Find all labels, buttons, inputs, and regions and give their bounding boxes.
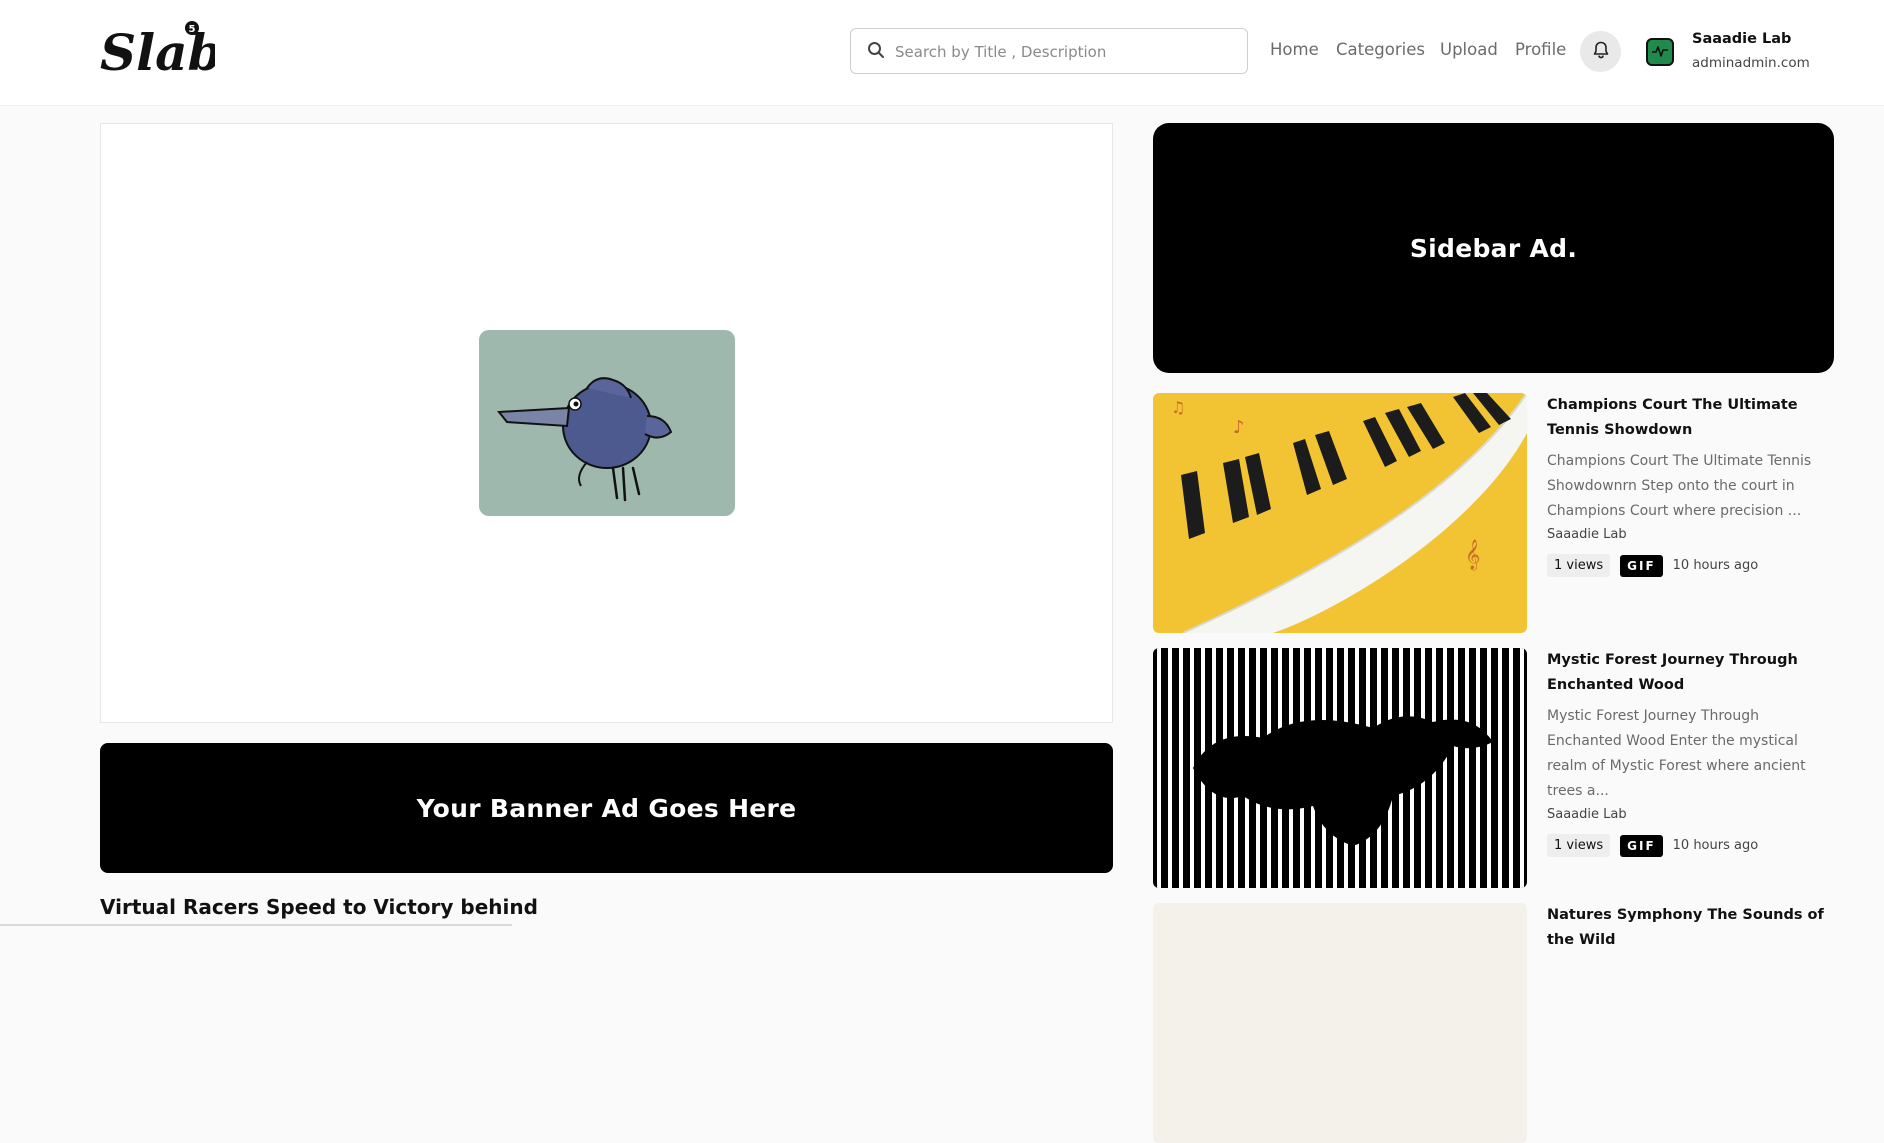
svg-text:♫: ♫ xyxy=(1171,398,1185,417)
related-item-author[interactable]: Saaadie Lab xyxy=(1547,807,1834,822)
related-item[interactable]: ♪ 𝄞 ♫ Champions Court The Ultimate Tenni… xyxy=(1153,393,1834,633)
nav-upload[interactable]: Upload xyxy=(1440,40,1498,64)
svg-text:𝄞: 𝄞 xyxy=(1465,539,1480,571)
banner-ad[interactable]: Your Banner Ad Goes Here xyxy=(100,743,1113,873)
search-icon xyxy=(867,41,885,59)
nav-home[interactable]: Home xyxy=(1270,40,1319,64)
user-email: adminadmin.com xyxy=(1692,55,1810,71)
related-item-title[interactable]: Champions Court The Ultimate Tennis Show… xyxy=(1547,393,1834,443)
user-name[interactable]: Saaadie Lab xyxy=(1692,31,1791,47)
type-badge: GIF xyxy=(1620,554,1663,577)
type-badge: GIF xyxy=(1620,834,1663,857)
search-input[interactable] xyxy=(893,39,1237,65)
thumbnail-nature[interactable] xyxy=(1153,903,1527,1143)
timestamp: 10 hours ago xyxy=(1672,558,1759,573)
thumbnail-piano[interactable]: ♪ 𝄞 ♫ xyxy=(1153,393,1527,633)
related-item-author[interactable]: Saaadie Lab xyxy=(1547,527,1834,542)
activity-icon xyxy=(1651,43,1669,62)
svg-text:♪: ♪ xyxy=(1233,417,1245,438)
timestamp: 10 hours ago xyxy=(1672,838,1759,853)
thumbnail-stripes[interactable] xyxy=(1153,648,1527,888)
media-title: Virtual Racers Speed to Victory behind xyxy=(100,895,538,919)
site-header: Slab 5 Home Categories Upload Profile Sa… xyxy=(0,0,1884,106)
notifications-button[interactable] xyxy=(1580,31,1621,72)
related-item[interactable]: Mystic Forest Journey Through Enchanted … xyxy=(1153,648,1834,888)
related-item-description: Mystic Forest Journey Through Enchanted … xyxy=(1547,708,1806,799)
views-badge: 1 views xyxy=(1547,554,1611,577)
media-player[interactable] xyxy=(100,123,1113,723)
search-box[interactable] xyxy=(850,28,1248,74)
related-item-title[interactable]: Mystic Forest Journey Through Enchanted … xyxy=(1547,648,1834,698)
related-item-title[interactable]: Natures Symphony The Sounds of the Wild xyxy=(1547,903,1834,953)
bell-icon xyxy=(1591,40,1611,64)
nav-profile[interactable]: Profile xyxy=(1515,40,1566,64)
related-item[interactable]: Natures Symphony The Sounds of the Wild xyxy=(1153,903,1834,1143)
avatar[interactable] xyxy=(1646,38,1674,66)
logo-badge: 5 xyxy=(189,24,196,35)
site-logo[interactable]: Slab 5 xyxy=(100,18,222,82)
nav-categories[interactable]: Categories xyxy=(1336,40,1425,64)
views-badge: 1 views xyxy=(1547,834,1611,857)
sidebar-ad-text: Sidebar Ad. xyxy=(1409,233,1578,263)
sidebar-ad[interactable]: Sidebar Ad. xyxy=(1153,123,1834,373)
related-item-description: Champions Court The Ultimate Tennis Show… xyxy=(1547,453,1812,519)
banner-ad-text: Your Banner Ad Goes Here xyxy=(416,793,797,823)
gif-preview[interactable] xyxy=(479,330,735,516)
